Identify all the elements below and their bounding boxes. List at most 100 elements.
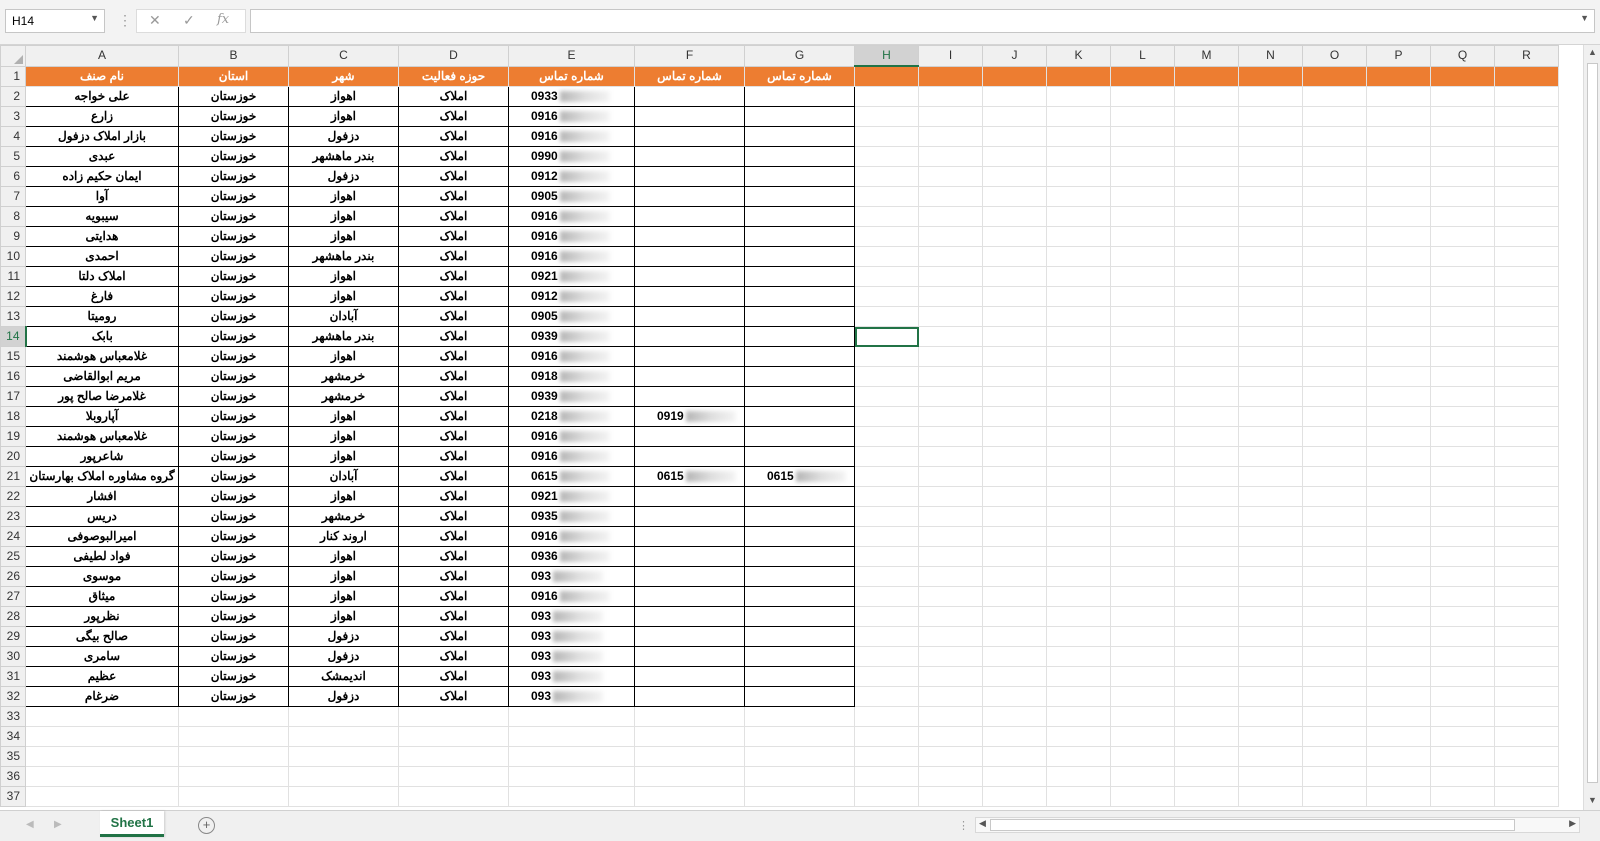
cell-a25[interactable]: فواد لطیفی <box>25 546 179 567</box>
cell-e29[interactable]: 093 <box>508 626 635 647</box>
tab-prev-icon[interactable]: ◀ <box>26 819 34 830</box>
cell-r3[interactable] <box>1494 106 1559 127</box>
cell-h1[interactable] <box>854 65 919 87</box>
column-header-l[interactable]: L <box>1110 45 1175 67</box>
cell-a5[interactable]: عبدی <box>25 146 179 167</box>
row-header-37[interactable]: 37 <box>0 786 26 807</box>
cell-p30[interactable] <box>1366 646 1431 667</box>
cell-m21[interactable] <box>1174 466 1239 487</box>
cell-m13[interactable] <box>1174 306 1239 327</box>
cell-o1[interactable] <box>1302 65 1367 87</box>
cell-b24[interactable]: خوزستان <box>178 526 289 547</box>
cell-k17[interactable] <box>1046 386 1111 407</box>
cell-k37[interactable] <box>1046 786 1111 807</box>
cell-g29[interactable] <box>744 626 855 647</box>
tab-sheet1[interactable]: Sheet1 <box>100 811 164 837</box>
cell-n18[interactable] <box>1238 406 1303 427</box>
row-header-27[interactable]: 27 <box>0 586 26 607</box>
cell-b34[interactable] <box>178 726 289 747</box>
cell-j11[interactable] <box>982 266 1047 287</box>
cell-f29[interactable] <box>634 626 745 647</box>
cell-f22[interactable] <box>634 486 745 507</box>
cell-j15[interactable] <box>982 346 1047 367</box>
cell-d14[interactable]: املاک <box>398 326 509 347</box>
cell-j23[interactable] <box>982 506 1047 527</box>
cell-o15[interactable] <box>1302 346 1367 367</box>
cell-k23[interactable] <box>1046 506 1111 527</box>
cell-l16[interactable] <box>1110 366 1175 387</box>
cell-l5[interactable] <box>1110 146 1175 167</box>
cell-h19[interactable] <box>854 426 919 447</box>
cell-r8[interactable] <box>1494 206 1559 227</box>
cell-i11[interactable] <box>918 266 983 287</box>
cell-d20[interactable]: املاک <box>398 446 509 467</box>
cell-e32[interactable]: 093 <box>508 686 635 707</box>
cell-d30[interactable]: املاک <box>398 646 509 667</box>
cell-d28[interactable]: املاک <box>398 606 509 627</box>
header-cell-f[interactable]: شماره تماس <box>634 65 745 87</box>
cell-j21[interactable] <box>982 466 1047 487</box>
cell-k15[interactable] <box>1046 346 1111 367</box>
cell-n26[interactable] <box>1238 566 1303 587</box>
row-header-24[interactable]: 24 <box>0 526 26 547</box>
cell-l12[interactable] <box>1110 286 1175 307</box>
cell-g4[interactable] <box>744 126 855 147</box>
cell-e5[interactable]: 0990 <box>508 146 635 167</box>
column-header-h[interactable]: H <box>854 45 919 67</box>
scroll-right-icon[interactable]: ▶ <box>1569 818 1576 829</box>
cell-i16[interactable] <box>918 366 983 387</box>
cell-n31[interactable] <box>1238 666 1303 687</box>
cell-o9[interactable] <box>1302 226 1367 247</box>
cell-f25[interactable] <box>634 546 745 567</box>
cell-p9[interactable] <box>1366 226 1431 247</box>
cell-h36[interactable] <box>854 766 919 787</box>
cell-g28[interactable] <box>744 606 855 627</box>
cell-m33[interactable] <box>1174 706 1239 727</box>
cell-h28[interactable] <box>854 606 919 627</box>
cell-c4[interactable]: دزفول <box>288 126 399 147</box>
column-header-b[interactable]: B <box>178 45 289 67</box>
vertical-scrollbar[interactable]: ▲ ▼ <box>1583 45 1600 810</box>
cell-q24[interactable] <box>1430 526 1495 547</box>
cell-c8[interactable]: اهواز <box>288 206 399 227</box>
cell-c26[interactable]: اهواز <box>288 566 399 587</box>
cell-l29[interactable] <box>1110 626 1175 647</box>
column-header-r[interactable]: R <box>1494 45 1559 67</box>
cell-j31[interactable] <box>982 666 1047 687</box>
cell-c28[interactable]: اهواز <box>288 606 399 627</box>
cell-i20[interactable] <box>918 446 983 467</box>
cell-o19[interactable] <box>1302 426 1367 447</box>
cell-a13[interactable]: رومیتا <box>25 306 179 327</box>
cell-q20[interactable] <box>1430 446 1495 467</box>
column-header-e[interactable]: E <box>508 45 635 67</box>
cell-b10[interactable]: خوزستان <box>178 246 289 267</box>
cell-j28[interactable] <box>982 606 1047 627</box>
cell-e31[interactable]: 093 <box>508 666 635 687</box>
column-header-n[interactable]: N <box>1238 45 1303 67</box>
cell-k4[interactable] <box>1046 126 1111 147</box>
cell-l18[interactable] <box>1110 406 1175 427</box>
cell-h15[interactable] <box>854 346 919 367</box>
cell-m9[interactable] <box>1174 226 1239 247</box>
cell-k31[interactable] <box>1046 666 1111 687</box>
cell-j12[interactable] <box>982 286 1047 307</box>
cell-e35[interactable] <box>508 746 635 767</box>
cell-n13[interactable] <box>1238 306 1303 327</box>
cell-q31[interactable] <box>1430 666 1495 687</box>
column-header-i[interactable]: I <box>918 45 983 67</box>
function-icon[interactable]: fx <box>217 12 229 27</box>
cell-o25[interactable] <box>1302 546 1367 567</box>
cell-c21[interactable]: آبادان <box>288 466 399 487</box>
cell-h33[interactable] <box>854 706 919 727</box>
cell-n25[interactable] <box>1238 546 1303 567</box>
row-header-35[interactable]: 35 <box>0 746 26 767</box>
cell-b30[interactable]: خوزستان <box>178 646 289 667</box>
cell-j14[interactable] <box>982 326 1047 347</box>
cell-l30[interactable] <box>1110 646 1175 667</box>
cell-o36[interactable] <box>1302 766 1367 787</box>
cell-i9[interactable] <box>918 226 983 247</box>
cell-b27[interactable]: خوزستان <box>178 586 289 607</box>
formula-input[interactable]: ▼ <box>250 9 1595 33</box>
cell-h16[interactable] <box>854 366 919 387</box>
cell-b20[interactable]: خوزستان <box>178 446 289 467</box>
